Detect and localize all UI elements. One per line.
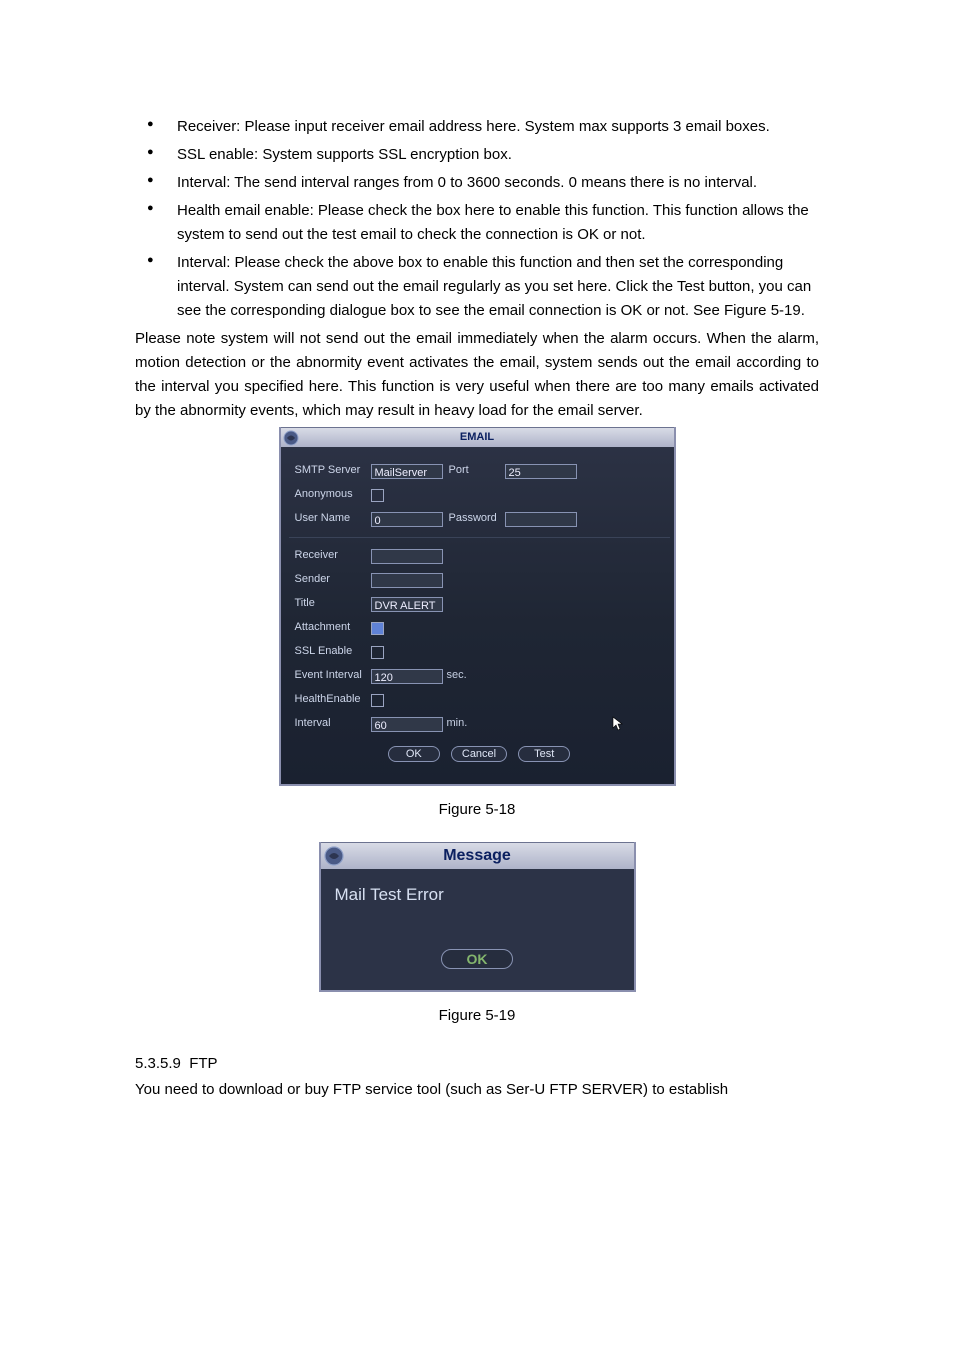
email-dialog-titlebar: EMAIL xyxy=(281,427,674,447)
anon-checkbox[interactable] xyxy=(371,489,384,502)
cancel-button[interactable]: Cancel xyxy=(451,746,507,762)
sender-input[interactable] xyxy=(371,573,443,588)
bullet-list: Receiver: Please input receiver email ad… xyxy=(135,115,819,323)
message-text: Mail Test Error xyxy=(335,881,620,908)
bullet-item: Interval: The send interval ranges from … xyxy=(135,171,819,195)
user-input[interactable]: 0 xyxy=(371,512,443,527)
smtp-label: SMTP Server xyxy=(295,462,371,480)
email-dialog: EMAIL SMTP Server MailServer Port 25 Ano… xyxy=(279,427,676,786)
port-input[interactable]: 25 xyxy=(505,464,577,479)
title-label: Title xyxy=(295,595,371,613)
cursor-icon xyxy=(612,716,624,732)
bullet-item: Health email enable: Please check the bo… xyxy=(135,199,819,247)
min-suffix: min. xyxy=(447,715,468,733)
message-dialog-titlebar: Message xyxy=(321,842,634,869)
ok-button[interactable]: OK xyxy=(388,746,440,762)
separator xyxy=(289,537,670,538)
section-number: 5.3.5.9 xyxy=(135,1052,181,1076)
sender-label: Sender xyxy=(295,571,371,589)
test-button[interactable]: Test xyxy=(518,746,570,762)
ssl-checkbox[interactable] xyxy=(371,646,384,659)
attach-label: Attachment xyxy=(295,619,371,637)
pass-label: Password xyxy=(449,510,505,528)
ssl-label: SSL Enable xyxy=(295,643,371,661)
health-checkbox[interactable] xyxy=(371,694,384,707)
smtp-input[interactable]: MailServer xyxy=(371,464,443,479)
bullet-item: Receiver: Please input receiver email ad… xyxy=(135,115,819,139)
section-body: You need to download or buy FTP service … xyxy=(135,1078,819,1102)
bullet-item: SSL enable: System supports SSL encrypti… xyxy=(135,143,819,167)
receiver-input[interactable] xyxy=(371,549,443,564)
figure-5-18-caption: Figure 5-18 xyxy=(135,798,819,822)
evint-input[interactable]: 120 xyxy=(371,669,443,684)
title-input[interactable]: DVR ALERT xyxy=(371,597,443,612)
sec-suffix: sec. xyxy=(447,667,467,685)
pass-input[interactable] xyxy=(505,512,577,527)
figure-5-19-caption: Figure 5-19 xyxy=(135,1004,819,1028)
health-label: HealthEnable xyxy=(295,691,371,709)
anon-label: Anonymous xyxy=(295,486,371,504)
receiver-label: Receiver xyxy=(295,547,371,565)
section-title: FTP xyxy=(189,1055,217,1072)
evint-label: Event Interval xyxy=(295,667,371,685)
message-dialog-title: Message xyxy=(321,843,634,869)
user-label: User Name xyxy=(295,510,371,528)
interval-input[interactable]: 60 xyxy=(371,717,443,732)
section-heading: 5.3.5.9 FTP xyxy=(135,1052,819,1076)
bullet-item: Interval: Please check the above box to … xyxy=(135,251,819,323)
attach-checkbox[interactable] xyxy=(371,622,384,635)
email-dialog-title: EMAIL xyxy=(281,428,674,447)
paragraph-note: Please note system will not send out the… xyxy=(135,327,819,423)
message-dialog: Message Mail Test Error OK xyxy=(319,842,636,992)
port-label: Port xyxy=(449,462,505,480)
interval-label: Interval xyxy=(295,715,371,733)
message-ok-button[interactable]: OK xyxy=(441,949,513,969)
